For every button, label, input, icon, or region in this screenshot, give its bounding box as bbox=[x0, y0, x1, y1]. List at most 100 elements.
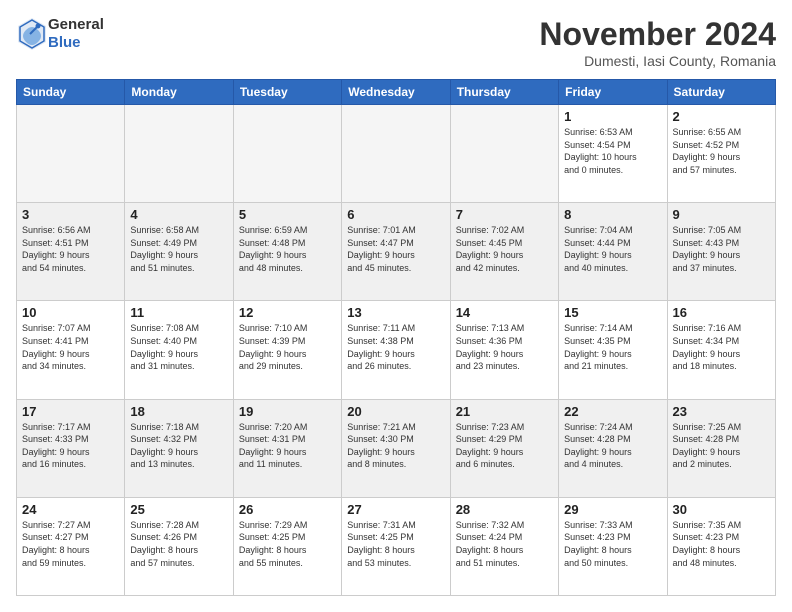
col-tuesday: Tuesday bbox=[233, 80, 341, 105]
header: General Blue November 2024 Dumesti, Iasi… bbox=[16, 16, 776, 69]
day-number: 21 bbox=[456, 404, 553, 419]
col-thursday: Thursday bbox=[450, 80, 558, 105]
day-number: 2 bbox=[673, 109, 770, 124]
day-number: 16 bbox=[673, 305, 770, 320]
calendar-cell: 24Sunrise: 7:27 AM Sunset: 4:27 PM Dayli… bbox=[17, 497, 125, 595]
calendar-cell: 10 Sunrise: 7:07 AM Sunset: 4:41 PM Dayli… bbox=[17, 301, 125, 399]
day-number: 4 bbox=[130, 207, 227, 222]
day-number: 12 bbox=[239, 305, 336, 320]
day-info: Sunrise: 7:07 AM Sunset: 4:41 PM Dayligh… bbox=[22, 322, 119, 372]
calendar-cell: 8Sunrise: 7:04 AM Sunset: 4:44 PM Daylig… bbox=[559, 203, 667, 301]
day-info: Sunrise: 7:23 AM Sunset: 4:29 PM Dayligh… bbox=[456, 421, 553, 471]
col-monday: Monday bbox=[125, 80, 233, 105]
day-number: 29 bbox=[564, 502, 661, 517]
day-number: 10 bbox=[22, 305, 119, 320]
logo: General Blue bbox=[16, 16, 104, 52]
main-title: November 2024 bbox=[539, 16, 776, 53]
calendar-cell: 21 Sunrise: 7:23 AM Sunset: 4:29 PM Dayli… bbox=[450, 399, 558, 497]
calendar-cell: 29 Sunrise: 7:33 AM Sunset: 4:23 PM Dayli… bbox=[559, 497, 667, 595]
day-info: Sunrise: 7:32 AM Sunset: 4:24 PM Dayligh… bbox=[456, 519, 553, 569]
calendar-cell: 2 Sunrise: 6:55 AM Sunset: 4:52 PM Daylig… bbox=[667, 105, 775, 203]
col-wednesday: Wednesday bbox=[342, 80, 450, 105]
calendar-week-4: 17 Sunrise: 7:17 AM Sunset: 4:33 PM Dayli… bbox=[17, 399, 776, 497]
day-info: Sunrise: 7:14 AM Sunset: 4:35 PM Dayligh… bbox=[564, 322, 661, 372]
calendar-header-row: Sunday Monday Tuesday Wednesday Thursday… bbox=[17, 80, 776, 105]
calendar-cell: 22Sunrise: 7:24 AM Sunset: 4:28 PM Dayli… bbox=[559, 399, 667, 497]
day-number: 11 bbox=[130, 305, 227, 320]
calendar-cell: 6 Sunrise: 7:01 AM Sunset: 4:47 PM Daylig… bbox=[342, 203, 450, 301]
calendar-week-2: 3 Sunrise: 6:56 AM Sunset: 4:51 PM Daylig… bbox=[17, 203, 776, 301]
calendar-cell bbox=[233, 105, 341, 203]
calendar-cell: 12 Sunrise: 7:10 AM Sunset: 4:39 PM Dayli… bbox=[233, 301, 341, 399]
col-saturday: Saturday bbox=[667, 80, 775, 105]
day-info: Sunrise: 7:16 AM Sunset: 4:34 PM Dayligh… bbox=[673, 322, 770, 372]
calendar-cell: 16 Sunrise: 7:16 AM Sunset: 4:34 PM Dayli… bbox=[667, 301, 775, 399]
calendar-cell: 15 Sunrise: 7:14 AM Sunset: 4:35 PM Dayli… bbox=[559, 301, 667, 399]
calendar-cell: 5 Sunrise: 6:59 AM Sunset: 4:48 PM Daylig… bbox=[233, 203, 341, 301]
day-info: Sunrise: 6:53 AM Sunset: 4:54 PM Dayligh… bbox=[564, 126, 661, 176]
calendar-cell: 17 Sunrise: 7:17 AM Sunset: 4:33 PM Dayli… bbox=[17, 399, 125, 497]
day-info: Sunrise: 7:35 AM Sunset: 4:23 PM Dayligh… bbox=[673, 519, 770, 569]
day-number: 5 bbox=[239, 207, 336, 222]
day-info: Sunrise: 7:02 AM Sunset: 4:45 PM Dayligh… bbox=[456, 224, 553, 274]
col-sunday: Sunday bbox=[17, 80, 125, 105]
calendar-week-3: 10 Sunrise: 7:07 AM Sunset: 4:41 PM Dayli… bbox=[17, 301, 776, 399]
calendar-cell: 23 Sunrise: 7:25 AM Sunset: 4:28 PM Dayli… bbox=[667, 399, 775, 497]
day-info: Sunrise: 7:13 AM Sunset: 4:36 PM Dayligh… bbox=[456, 322, 553, 372]
day-number: 20 bbox=[347, 404, 444, 419]
calendar-table: Sunday Monday Tuesday Wednesday Thursday… bbox=[16, 79, 776, 596]
calendar-cell: 11 Sunrise: 7:08 AM Sunset: 4:40 PM Dayli… bbox=[125, 301, 233, 399]
calendar-cell: 30 Sunrise: 7:35 AM Sunset: 4:23 PM Dayli… bbox=[667, 497, 775, 595]
calendar-cell bbox=[17, 105, 125, 203]
calendar-cell: 13 Sunrise: 7:11 AM Sunset: 4:38 PM Dayli… bbox=[342, 301, 450, 399]
day-number: 6 bbox=[347, 207, 444, 222]
day-number: 3 bbox=[22, 207, 119, 222]
day-number: 27 bbox=[347, 502, 444, 517]
calendar-cell bbox=[125, 105, 233, 203]
day-info: Sunrise: 6:56 AM Sunset: 4:51 PM Dayligh… bbox=[22, 224, 119, 274]
day-number: 18 bbox=[130, 404, 227, 419]
day-info: Sunrise: 7:29 AM Sunset: 4:25 PM Dayligh… bbox=[239, 519, 336, 569]
day-number: 30 bbox=[673, 502, 770, 517]
day-info: Sunrise: 7:20 AM Sunset: 4:31 PM Dayligh… bbox=[239, 421, 336, 471]
day-info: Sunrise: 6:55 AM Sunset: 4:52 PM Dayligh… bbox=[673, 126, 770, 176]
day-info: Sunrise: 7:05 AM Sunset: 4:43 PM Dayligh… bbox=[673, 224, 770, 274]
col-friday: Friday bbox=[559, 80, 667, 105]
day-info: Sunrise: 7:18 AM Sunset: 4:32 PM Dayligh… bbox=[130, 421, 227, 471]
logo-line1: General bbox=[48, 16, 104, 34]
day-info: Sunrise: 7:08 AM Sunset: 4:40 PM Dayligh… bbox=[130, 322, 227, 372]
calendar-cell bbox=[450, 105, 558, 203]
day-number: 23 bbox=[673, 404, 770, 419]
day-number: 17 bbox=[22, 404, 119, 419]
calendar-cell: 27 Sunrise: 7:31 AM Sunset: 4:25 PM Dayli… bbox=[342, 497, 450, 595]
calendar-week-5: 24Sunrise: 7:27 AM Sunset: 4:27 PM Dayli… bbox=[17, 497, 776, 595]
day-info: Sunrise: 7:31 AM Sunset: 4:25 PM Dayligh… bbox=[347, 519, 444, 569]
calendar-cell: 14 Sunrise: 7:13 AM Sunset: 4:36 PM Dayli… bbox=[450, 301, 558, 399]
calendar-cell: 1Sunrise: 6:53 AM Sunset: 4:54 PM Daylig… bbox=[559, 105, 667, 203]
day-info: Sunrise: 7:33 AM Sunset: 4:23 PM Dayligh… bbox=[564, 519, 661, 569]
day-info: Sunrise: 7:01 AM Sunset: 4:47 PM Dayligh… bbox=[347, 224, 444, 274]
calendar-week-1: 1Sunrise: 6:53 AM Sunset: 4:54 PM Daylig… bbox=[17, 105, 776, 203]
calendar-cell: 19 Sunrise: 7:20 AM Sunset: 4:31 PM Dayli… bbox=[233, 399, 341, 497]
calendar-cell: 20 Sunrise: 7:21 AM Sunset: 4:30 PM Dayli… bbox=[342, 399, 450, 497]
day-number: 14 bbox=[456, 305, 553, 320]
day-info: Sunrise: 6:59 AM Sunset: 4:48 PM Dayligh… bbox=[239, 224, 336, 274]
calendar-cell: 28 Sunrise: 7:32 AM Sunset: 4:24 PM Dayli… bbox=[450, 497, 558, 595]
day-info: Sunrise: 7:10 AM Sunset: 4:39 PM Dayligh… bbox=[239, 322, 336, 372]
calendar-cell bbox=[342, 105, 450, 203]
calendar-cell: 25Sunrise: 7:28 AM Sunset: 4:26 PM Dayli… bbox=[125, 497, 233, 595]
day-info: Sunrise: 7:25 AM Sunset: 4:28 PM Dayligh… bbox=[673, 421, 770, 471]
day-number: 15 bbox=[564, 305, 661, 320]
day-number: 24 bbox=[22, 502, 119, 517]
day-number: 26 bbox=[239, 502, 336, 517]
day-number: 13 bbox=[347, 305, 444, 320]
day-info: Sunrise: 7:17 AM Sunset: 4:33 PM Dayligh… bbox=[22, 421, 119, 471]
day-info: Sunrise: 7:28 AM Sunset: 4:26 PM Dayligh… bbox=[130, 519, 227, 569]
calendar-cell: 9Sunrise: 7:05 AM Sunset: 4:43 PM Daylig… bbox=[667, 203, 775, 301]
day-info: Sunrise: 7:04 AM Sunset: 4:44 PM Dayligh… bbox=[564, 224, 661, 274]
logo-line2: Blue bbox=[48, 34, 104, 52]
day-info: Sunrise: 7:21 AM Sunset: 4:30 PM Dayligh… bbox=[347, 421, 444, 471]
day-number: 19 bbox=[239, 404, 336, 419]
day-info: Sunrise: 7:11 AM Sunset: 4:38 PM Dayligh… bbox=[347, 322, 444, 372]
day-number: 28 bbox=[456, 502, 553, 517]
